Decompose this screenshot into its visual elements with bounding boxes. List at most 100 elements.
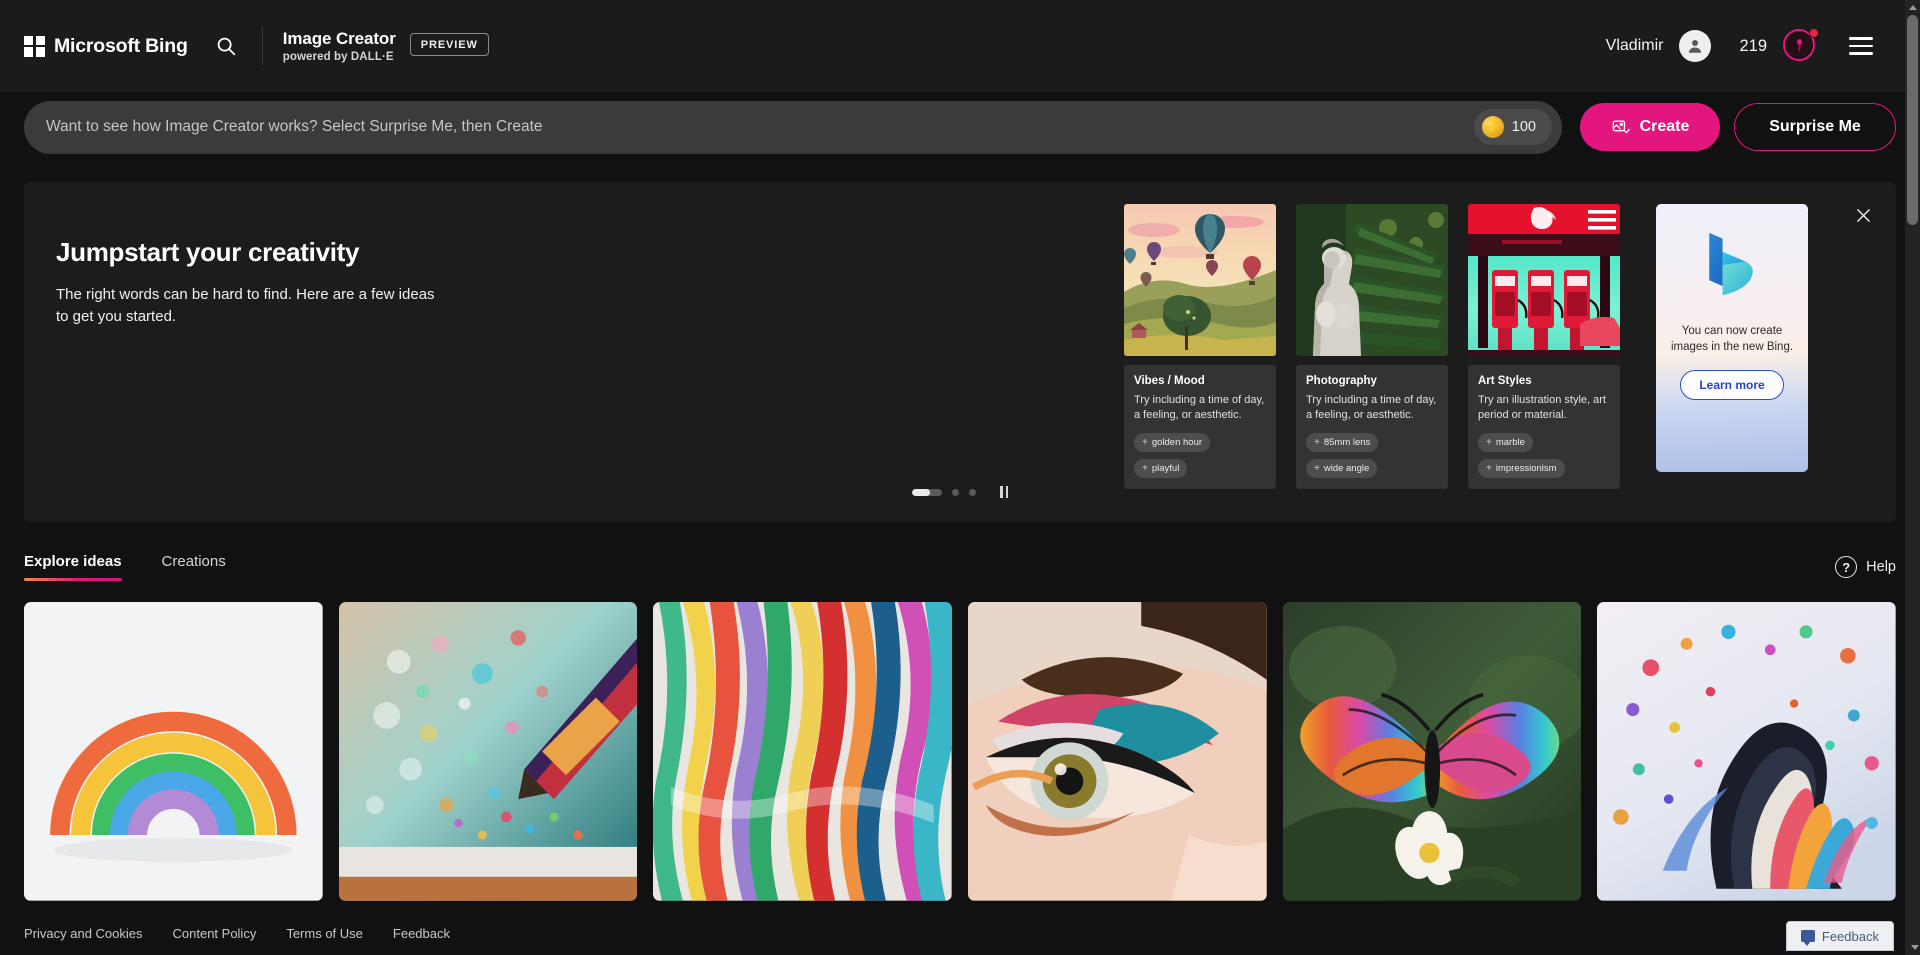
boost-balance-label: 100 xyxy=(1511,119,1536,135)
scroll-down-arrow[interactable] xyxy=(1905,940,1920,955)
explore-ideas-gallery xyxy=(24,602,1896,901)
idea-card[interactable]: Photography Try including a time of day,… xyxy=(1296,204,1448,490)
tab-explore-ideas[interactable]: Explore ideas xyxy=(24,553,122,581)
idea-card-image xyxy=(1296,204,1448,356)
chip-label: playful xyxy=(1151,463,1180,475)
help-label: Help xyxy=(1866,559,1896,575)
footer-link-content-policy[interactable]: Content Policy xyxy=(173,926,257,941)
idea-card-heading: Photography xyxy=(1306,375,1377,387)
plus-icon: + xyxy=(1314,463,1320,475)
surprise-me-button[interactable]: Surprise Me xyxy=(1734,103,1896,151)
feedback-widget-label: Feedback xyxy=(1821,928,1879,944)
idea-card-chips: + marble + impressionism xyxy=(1478,433,1610,479)
prompt-chip[interactable]: + impressionism xyxy=(1478,459,1565,479)
header-divider xyxy=(261,27,263,65)
gallery-item[interactable] xyxy=(338,602,638,901)
close-icon[interactable] xyxy=(1846,198,1880,232)
footer-link-feedback[interactable]: Feedback xyxy=(393,926,450,941)
boost-coin-icon: ⚡ xyxy=(1481,116,1504,138)
prompt-chip[interactable]: + playful xyxy=(1134,459,1188,479)
carousel-dot[interactable] xyxy=(969,488,976,496)
boost-icon[interactable] xyxy=(1783,28,1819,63)
image-creator-title-group: Image Creator powered by DALL·E PREVIEW xyxy=(283,29,489,63)
idea-card-heading: Art Styles xyxy=(1478,375,1532,387)
surprise-me-label: Surprise Me xyxy=(1769,118,1861,135)
promo-text: You can now create images in the new Bin… xyxy=(1670,325,1794,354)
scroll-up-arrow[interactable] xyxy=(1905,0,1920,15)
brand-label: Microsoft Bing xyxy=(54,34,188,57)
idea-cards-list: Vibes / Mood Try including a time of day… xyxy=(1124,204,1620,490)
gallery-item[interactable] xyxy=(653,602,952,901)
question-mark-icon: ? xyxy=(1835,556,1858,578)
prompt-chip[interactable]: + wide angle xyxy=(1306,459,1378,479)
idea-card-body: Try including a time of day, a feeling, … xyxy=(1134,394,1265,422)
boost-balance-pill[interactable]: ⚡ 100 xyxy=(1473,109,1552,145)
prompt-chip[interactable]: + golden hour xyxy=(1134,433,1211,453)
search-input[interactable] xyxy=(46,118,1474,136)
help-button[interactable]: ? Help xyxy=(1835,556,1896,578)
gallery-item[interactable] xyxy=(1282,602,1582,901)
tab-creations[interactable]: Creations xyxy=(162,553,226,581)
create-button-label: Create xyxy=(1639,118,1690,135)
idea-card-meta: Photography Try including a time of day,… xyxy=(1296,365,1448,490)
carousel-progress-indicator[interactable] xyxy=(912,488,942,496)
feedback-widget-button[interactable]: Feedback xyxy=(1785,921,1894,951)
plus-icon: + xyxy=(1142,463,1148,475)
learn-more-button[interactable]: Learn more xyxy=(1680,369,1784,400)
idea-card-body: Try an illustration style, art period or… xyxy=(1478,394,1606,422)
plus-icon: + xyxy=(1314,437,1320,449)
idea-card[interactable]: Art Styles Try an illustration style, ar… xyxy=(1468,204,1620,490)
idea-card-meta: Art Styles Try an illustration style, ar… xyxy=(1468,365,1620,490)
idea-card-heading: Vibes / Mood xyxy=(1134,375,1205,387)
page-scrollbar[interactable] xyxy=(1905,0,1920,955)
footer-link-privacy[interactable]: Privacy and Cookies xyxy=(24,926,143,941)
footer: Privacy and Cookies Content Policy Terms… xyxy=(0,911,1905,955)
gallery-item[interactable] xyxy=(967,602,1267,901)
idea-card[interactable]: Vibes / Mood Try including a time of day… xyxy=(1124,204,1276,490)
tab-label: Explore ideas xyxy=(24,553,122,570)
prompt-bar: ⚡ 100 Create Surprise Me xyxy=(0,92,1920,162)
plus-icon: + xyxy=(1486,463,1492,475)
microsoft-squares-icon xyxy=(24,35,45,57)
prompt-chip[interactable]: + marble xyxy=(1478,433,1533,453)
gallery-item[interactable] xyxy=(24,602,323,901)
chip-label: golden hour xyxy=(1151,437,1203,449)
bing-logo-icon xyxy=(1709,232,1753,296)
scrollbar-thumb[interactable] xyxy=(1907,15,1918,225)
image-creator-page: Microsoft Bing Image Creator powered by … xyxy=(0,0,1920,955)
banner-title: Jumpstart your creativity xyxy=(56,237,360,267)
microsoft-bing-logo[interactable]: Microsoft Bing xyxy=(24,35,188,58)
hamburger-menu-icon[interactable] xyxy=(1841,26,1881,66)
create-image-icon xyxy=(1612,119,1630,133)
idea-card-meta: Vibes / Mood Try including a time of day… xyxy=(1124,365,1276,490)
tabs-bar: Explore ideas Creations ? Help xyxy=(24,546,1896,588)
notification-dot xyxy=(1809,28,1819,38)
prompt-chip[interactable]: +85mm lens xyxy=(1306,433,1379,453)
page-subtitle: powered by DALL·E xyxy=(282,50,394,63)
avatar[interactable] xyxy=(1679,30,1712,62)
user-name-label: Vladimir xyxy=(1605,37,1664,54)
banner-subtitle: The right words can be hard to find. Her… xyxy=(56,286,435,325)
idea-card-image xyxy=(1468,204,1620,356)
footer-link-terms[interactable]: Terms of Use xyxy=(286,926,363,941)
plus-icon: + xyxy=(1486,437,1492,449)
create-button[interactable]: Create xyxy=(1580,103,1720,151)
bing-promo-card[interactable]: You can now create images in the new Bin… xyxy=(1656,204,1808,472)
plus-icon: + xyxy=(1142,437,1148,449)
idea-card-chips: + golden hour + playful xyxy=(1134,433,1266,479)
chip-label: marble xyxy=(1495,437,1525,449)
pause-icon[interactable] xyxy=(1000,486,1008,498)
chip-label: 85mm lens xyxy=(1323,437,1371,449)
carousel-dot[interactable] xyxy=(952,488,959,496)
header-right-group: Vladimir 219 xyxy=(1606,26,1881,66)
chip-label: wide angle xyxy=(1323,463,1370,475)
banner-text-block: Jumpstart your creativity The right word… xyxy=(24,182,584,328)
prompt-field[interactable]: ⚡ 100 xyxy=(24,100,1562,154)
chip-label: impressionism xyxy=(1495,463,1557,475)
boost-count-label: 219 xyxy=(1739,36,1767,55)
gallery-item[interactable] xyxy=(1597,602,1896,901)
tab-label: Creations xyxy=(161,553,226,570)
speech-bubble-icon xyxy=(1800,930,1815,946)
idea-card-body: Try including a time of day, a feeling, … xyxy=(1306,394,1437,422)
search-icon[interactable] xyxy=(204,24,248,68)
